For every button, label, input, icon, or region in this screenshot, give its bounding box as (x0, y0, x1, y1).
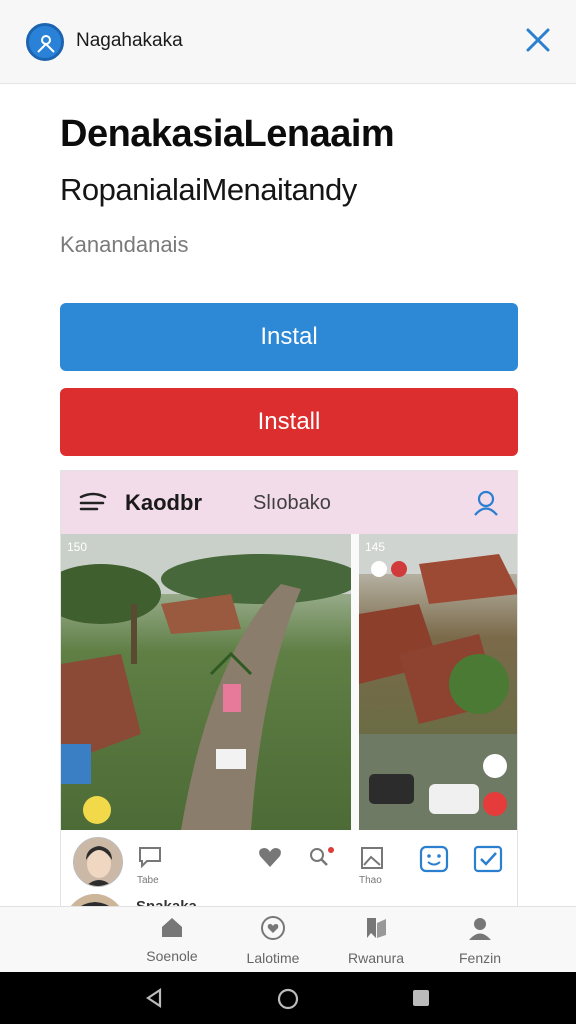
page-caption: Kanandanais (60, 232, 189, 257)
nav-item-profile[interactable]: Fenzin (435, 915, 525, 966)
profile-icon[interactable] (471, 488, 501, 523)
home-icon (159, 918, 185, 943)
close-icon[interactable] (522, 24, 554, 56)
nav-item-saved[interactable]: Rwanura (331, 915, 421, 966)
village-rooftops-photo: 145 (359, 534, 517, 830)
app-header: Nagahakaka (0, 0, 576, 84)
action-label-image: Thao (359, 875, 382, 886)
recents-icon[interactable] (411, 988, 431, 1013)
heart-icon (259, 916, 287, 945)
preview-tab[interactable]: Slıobako (253, 492, 331, 515)
photo-divider (351, 534, 359, 830)
avatar[interactable] (73, 837, 123, 887)
app-name: Nagahakaka (76, 30, 183, 51)
smile-icon[interactable] (419, 845, 449, 878)
overlay-count-right: 145 (365, 540, 386, 554)
bookmark-icon (362, 918, 390, 945)
app-logo-icon (26, 23, 64, 61)
overlay-count-left: 150 (67, 540, 88, 554)
nav-item-likes[interactable]: Lalotime (228, 915, 318, 966)
action-label-comment: Tabe (137, 875, 159, 886)
page-title: DenakasiaLenaaim (60, 113, 395, 155)
install-button-primary[interactable]: Instal (60, 303, 518, 371)
app-preview-card: Kaodbr Slıobako 150 145 Tabe Thao (60, 470, 518, 910)
check-icon[interactable] (473, 845, 503, 878)
comment-icon[interactable] (137, 845, 163, 874)
nav-label-profile: Fenzin (458, 950, 502, 966)
home-system-icon[interactable] (277, 988, 299, 1015)
system-nav-bar (0, 972, 576, 1024)
nav-item-home[interactable]: Soenole (127, 915, 217, 964)
menu-icon[interactable] (77, 491, 109, 520)
nav-label-likes: Lalotime (246, 950, 300, 966)
image-icon[interactable] (359, 845, 385, 876)
preview-brand: Kaodbr (125, 490, 202, 515)
install-button-secondary[interactable]: Install (60, 388, 518, 456)
back-icon[interactable] (144, 987, 164, 1013)
bottom-nav: Soenole Lalotime Rwanura Fenzin (0, 906, 576, 972)
person-icon (467, 918, 493, 945)
page-subtitle: RopanialaiMenaitandy (60, 172, 357, 207)
nav-label-home: Soenole (146, 948, 198, 964)
nav-label-saved: Rwanura (347, 950, 405, 966)
preview-header: Kaodbr Slıobako (61, 471, 517, 534)
search-icon[interactable] (307, 845, 335, 874)
preview-action-row: Tabe Thao (61, 831, 517, 909)
heart-icon[interactable] (257, 845, 283, 874)
aerial-village-road-photo: 150 (61, 534, 351, 830)
